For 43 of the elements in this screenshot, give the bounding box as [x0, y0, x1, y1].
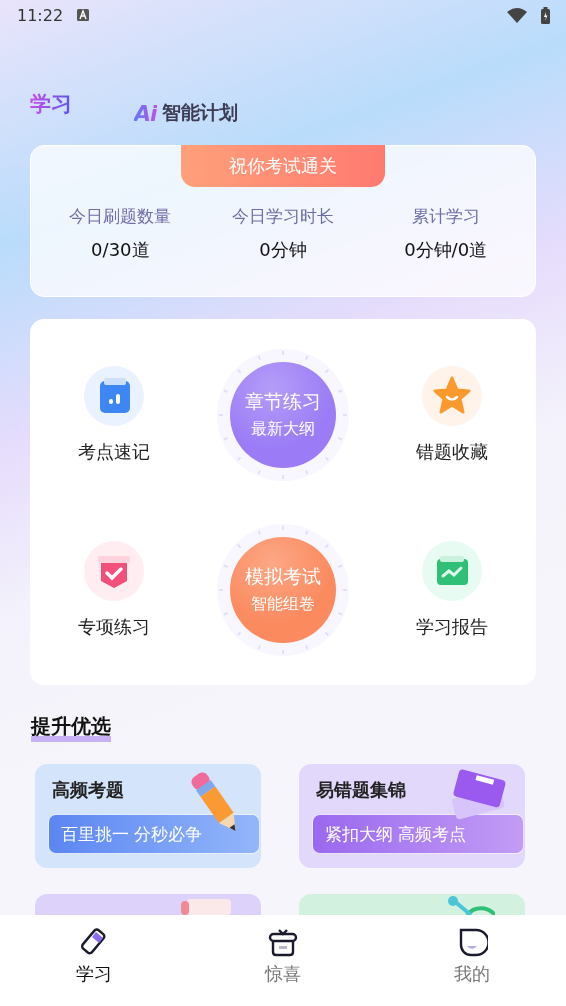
feature-banner[interactable]: 高频考题 百里挑一 分秒必争 — [35, 764, 261, 868]
status-time: 11:22 — [17, 5, 64, 25]
tab-item[interactable]: 惊喜 — [188, 915, 378, 1006]
feature-label: 考点速记 — [78, 439, 151, 464]
banner-tagline: 百里挑一 分秒必争 — [48, 814, 260, 854]
tab-item[interactable]: 学习 — [0, 915, 189, 1006]
feature-item[interactable]: 学习报告 — [367, 540, 536, 639]
button-title: 章节练习 — [245, 389, 321, 414]
feature-item[interactable]: 考点速记 — [30, 365, 199, 464]
tab-item[interactable]: 我的 — [377, 915, 566, 1006]
stat-value: 0分钟/0道 — [404, 238, 488, 262]
battery-icon — [541, 6, 550, 24]
wifi-icon — [507, 7, 527, 23]
feature-label: 学习报告 — [415, 614, 488, 639]
feature-banner[interactable]: 易错题集锦 紧扣大纲 高频考点 — [299, 764, 525, 868]
button-subtitle: 最新大纲 — [251, 419, 315, 440]
plan-title: 智能计划 — [161, 100, 238, 125]
feature-banner[interactable] — [35, 894, 261, 915]
page-title: 学习 — [30, 90, 72, 118]
stat-label: 累计学习 — [411, 205, 480, 228]
scroll-drawing — [181, 896, 231, 915]
target-drawing — [445, 896, 495, 915]
section-title: 提升优选 — [31, 713, 111, 742]
notebook-icon — [84, 365, 145, 426]
gift-box-icon — [267, 926, 299, 958]
stat-label: 今日刷题数量 — [69, 205, 172, 228]
banner-label: 祝你考试通关 — [181, 145, 385, 187]
banner-title: 高频考题 — [52, 778, 124, 802]
feature-banner[interactable] — [299, 894, 525, 915]
feature-item[interactable]: 错题收藏 — [367, 365, 536, 464]
chart-folder-icon — [421, 540, 482, 601]
checkmark-icon — [84, 540, 145, 601]
feature-label: 错题收藏 — [415, 439, 488, 464]
stat-value: 0分钟 — [259, 238, 307, 262]
banner-tagline: 紧扣大纲 高频考点 — [312, 814, 524, 854]
notification-icon — [77, 9, 90, 21]
feature-item[interactable]: 专项练习 — [30, 540, 199, 639]
stat-label: 今日学习时长 — [232, 205, 334, 228]
stat-value: 0/30道 — [91, 238, 150, 262]
button-subtitle: 智能组卷 — [251, 594, 315, 615]
button-title: 模拟考试 — [245, 564, 321, 589]
banner-title: 易错题集锦 — [316, 778, 406, 802]
feature-label: 专项练习 — [78, 614, 151, 639]
